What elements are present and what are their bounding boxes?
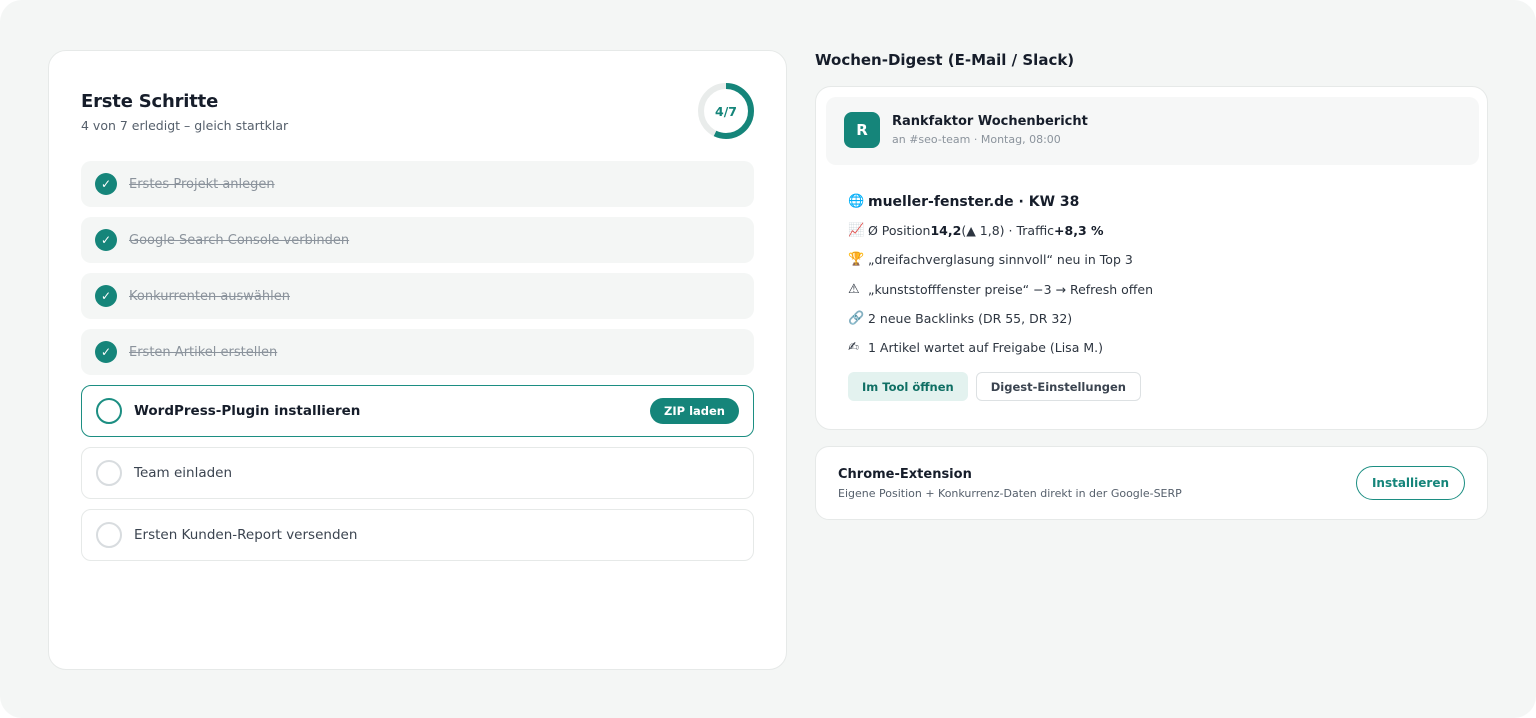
extension-subtitle: Eigene Position + Konkurrenz-Daten direk…: [838, 487, 1182, 500]
approval-text: 1 Artikel wartet auf Freigabe (Lisa M.): [868, 340, 1103, 356]
chart-up-icon: 📈: [848, 223, 865, 239]
step-item-client-report[interactable]: Ersten Kunden-Report versenden: [81, 509, 754, 561]
position-change: (▲ 1,8) · Traffic: [961, 223, 1055, 239]
onboarding-title: Erste Schritte: [81, 91, 219, 112]
progress-ring: 4/7: [697, 82, 755, 140]
install-extension-button[interactable]: Installieren: [1355, 466, 1465, 500]
zip-download-button[interactable]: ZIP laden: [650, 398, 739, 424]
step-list: ✓ Erstes Projekt anlegen ✓ Google Search…: [81, 161, 754, 571]
check-icon: ✓: [95, 285, 117, 307]
step-circle-icon: [96, 522, 122, 548]
position-value: 14,2: [930, 223, 962, 239]
digest-heading: Wochen-Digest (E-Mail / Slack): [815, 51, 1075, 69]
digest-actions: Im Tool öffnen Digest-Einstellungen: [848, 372, 1141, 401]
step-item-search-console[interactable]: ✓ Google Search Console verbinden: [81, 217, 754, 263]
step-circle-icon: [96, 460, 122, 486]
globe-icon: 🌐: [848, 194, 865, 210]
digest-line-domain: 🌐 mueller-fenster.de · KW 38: [848, 187, 1468, 216]
check-icon: ✓: [95, 341, 117, 363]
digest-preview-card: R Rankfaktor Wochenbericht an #seo-team …: [815, 86, 1488, 430]
page-background: Erste Schritte 4 von 7 erledigt – gleich…: [0, 0, 1536, 718]
trophy-icon: 🏆: [848, 252, 865, 268]
step-label: Konkurrenten auswählen: [129, 288, 290, 304]
step-label: Google Search Console verbinden: [129, 232, 350, 248]
step-item-project[interactable]: ✓ Erstes Projekt anlegen: [81, 161, 754, 207]
step-label: Ersten Kunden-Report versenden: [134, 527, 358, 543]
link-icon: 🔗: [848, 310, 865, 326]
onboarding-subtitle: 4 von 7 erledigt – gleich startklar: [81, 118, 289, 133]
warning-icon: ⚠: [848, 281, 860, 297]
message-header: R Rankfaktor Wochenbericht an #seo-team …: [826, 97, 1479, 165]
digest-line-backlinks: 🔗 2 neue Backlinks (DR 55, DR 32): [848, 304, 1468, 333]
digest-settings-button[interactable]: Digest-Einstellungen: [975, 372, 1141, 401]
backlinks-text: 2 neue Backlinks (DR 55, DR 32): [868, 310, 1073, 326]
top3-text: „dreifachverglasung sinnvoll“ neu in Top…: [868, 252, 1133, 268]
traffic-value: +8,3 %: [1054, 223, 1104, 239]
digest-line-approval: ✍ 1 Artikel wartet auf Freigabe (Lisa M.…: [848, 333, 1468, 362]
digest-lines: 🌐 mueller-fenster.de · KW 38 📈 Ø Positio…: [848, 187, 1468, 362]
digest-line-position: 📈 Ø Position 14,2 (▲ 1,8) · Traffic +8,3…: [848, 216, 1468, 245]
open-in-tool-button[interactable]: Im Tool öffnen: [848, 372, 968, 401]
chrome-extension-card: Chrome-Extension Eigene Position + Konku…: [815, 446, 1488, 520]
digest-line-warning: ⚠ „kunststofffenster preise“ −3 → Refres…: [848, 275, 1468, 304]
step-item-competitors[interactable]: ✓ Konkurrenten auswählen: [81, 273, 754, 319]
step-item-invite-team[interactable]: Team einladen: [81, 447, 754, 499]
step-label: Team einladen: [134, 465, 233, 481]
progress-label: 4/7: [715, 103, 737, 119]
step-circle-icon: [96, 398, 122, 424]
message-title: Rankfaktor Wochenbericht: [892, 114, 1088, 129]
avatar: R: [844, 112, 880, 148]
step-label: Ersten Artikel erstellen: [129, 344, 278, 360]
domain-week: mueller-fenster.de · KW 38: [868, 193, 1080, 210]
digest-line-top3: 🏆 „dreifachverglasung sinnvoll“ neu in T…: [848, 245, 1468, 274]
writing-hand-icon: ✍: [848, 340, 859, 356]
step-label: Erstes Projekt anlegen: [129, 176, 275, 192]
extension-title: Chrome-Extension: [838, 467, 972, 482]
onboarding-card: Erste Schritte 4 von 7 erledigt – gleich…: [48, 50, 787, 670]
step-label: WordPress-Plugin installieren: [134, 403, 361, 419]
message-meta: an #seo-team · Montag, 08:00: [892, 133, 1061, 146]
step-item-wordpress-plugin[interactable]: WordPress-Plugin installieren ZIP laden: [81, 385, 754, 437]
warning-text: „kunststofffenster preise“ −3 → Refresh …: [868, 281, 1154, 297]
position-prefix: Ø Position: [868, 223, 931, 239]
check-icon: ✓: [95, 229, 117, 251]
step-item-article[interactable]: ✓ Ersten Artikel erstellen: [81, 329, 754, 375]
check-icon: ✓: [95, 173, 117, 195]
